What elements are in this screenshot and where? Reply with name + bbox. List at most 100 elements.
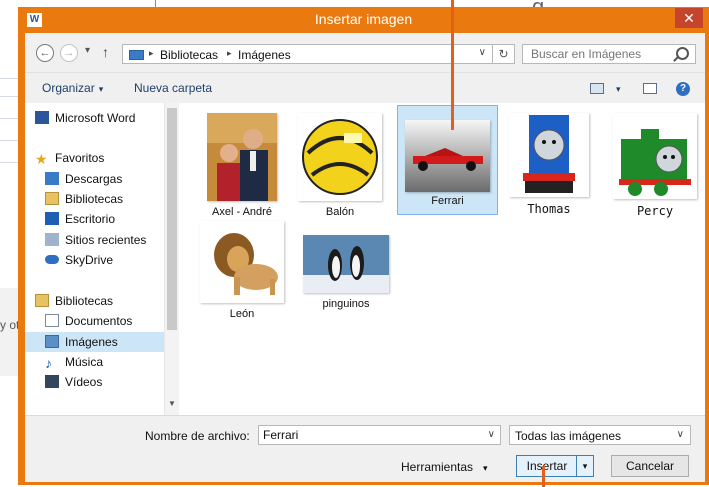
sidebar-item-favoritos[interactable]: ★ Favoritos <box>35 151 104 166</box>
sidebar-item-label: Documentos <box>65 314 133 328</box>
sidebar-item-imagenes[interactable]: Imágenes <box>25 332 164 352</box>
divider <box>0 140 18 141</box>
thumbnail-image <box>509 113 589 197</box>
file-type-select[interactable]: Todas las imágenes ∨ <box>509 425 691 445</box>
view-options-button[interactable]: ▾ <box>612 81 621 95</box>
help-icon[interactable]: ? <box>676 82 690 96</box>
up-arrow-icon: ↑ <box>102 44 109 60</box>
sidebar-item-label: Escritorio <box>65 212 116 226</box>
back-arrow-icon: ← <box>39 47 51 59</box>
sidebar-item-bibliotecas-fav[interactable]: Bibliotecas <box>45 192 123 206</box>
sidebar-item-bibliotecas[interactable]: Bibliotecas <box>35 294 113 308</box>
background-pane <box>0 288 19 376</box>
cloud-icon <box>45 255 59 264</box>
filename-field[interactable]: ∨ <box>258 425 501 445</box>
file-type-value: Todas las imágenes <box>515 429 622 443</box>
file-item-percy[interactable]: Percy <box>609 113 701 218</box>
divider <box>0 96 18 97</box>
address-bar[interactable]: ▸ Bibliotecas ▸ Imágenes ∨ <box>122 44 493 64</box>
command-bar: Organizar ▾ Nueva carpeta ▾ ? <box>25 72 705 104</box>
forward-button[interactable]: → <box>60 44 78 62</box>
insert-button[interactable]: Insertar ▾ <box>516 455 594 477</box>
breadcrumb-bibliotecas[interactable]: Bibliotecas <box>160 48 218 62</box>
sidebar-item-label: Música <box>65 355 104 369</box>
file-name: Axel - André <box>212 206 272 218</box>
back-button[interactable]: ← <box>36 44 54 62</box>
refresh-icon: ↻ <box>498 47 509 61</box>
filename-input[interactable] <box>263 428 473 442</box>
sidebar-item-sitios-recientes[interactable]: Sitios recientes <box>45 233 146 247</box>
file-name: Ferrari <box>431 195 464 207</box>
title-bar[interactable]: W Insertar imagen ✕ <box>18 7 709 33</box>
insert-label: Insertar <box>526 459 568 473</box>
insert-options-icon[interactable]: ▾ <box>576 456 593 476</box>
background-text: y ot <box>0 318 20 332</box>
search-icon[interactable] <box>676 47 689 60</box>
tools-menu-button[interactable]: Herramientas ▾ <box>401 460 488 474</box>
sidebar-item-documentos[interactable]: Documentos <box>45 314 132 328</box>
organize-label: Organizar <box>42 81 95 95</box>
sidebar-item-microsoft-word[interactable]: Microsoft Word <box>35 111 135 125</box>
sidebar-item-label: Descargas <box>65 172 123 186</box>
thumbnail-image <box>613 113 697 199</box>
navigation-scrollbar[interactable]: ▼ <box>164 103 179 415</box>
divider <box>0 162 18 163</box>
dialog-footer: Nombre de archivo: ∨ Todas las imágenes … <box>25 415 705 482</box>
close-icon: ✕ <box>683 10 695 26</box>
sidebar-item-label: Favoritos <box>55 151 105 165</box>
organize-button[interactable]: Organizar ▾ <box>42 81 103 95</box>
filename-label: Nombre de archivo: <box>145 429 250 443</box>
search-box[interactable] <box>522 44 696 64</box>
file-item-thomas[interactable]: Thomas <box>503 113 595 216</box>
file-item-leon[interactable]: León <box>196 221 288 320</box>
file-name: Balón <box>325 206 355 218</box>
cancel-button[interactable]: Cancelar <box>611 455 689 477</box>
dialog-title: Insertar imagen <box>314 11 413 27</box>
chevron-down-icon: ▾ <box>98 84 104 94</box>
thumbnail-image <box>303 235 389 293</box>
recent-locations-button[interactable]: ▾ <box>85 45 90 56</box>
close-button[interactable]: ✕ <box>675 8 703 28</box>
change-view-icon[interactable] <box>590 83 604 94</box>
address-dropdown-icon[interactable]: ∨ <box>479 47 486 58</box>
breadcrumb-separator-icon: ▸ <box>149 48 154 58</box>
sidebar-item-videos[interactable]: Vídeos <box>45 375 102 389</box>
divider <box>0 78 18 79</box>
breadcrumb-imagenes[interactable]: Imágenes <box>238 48 291 62</box>
preview-pane-icon[interactable] <box>643 83 657 94</box>
refresh-button[interactable]: ↻ <box>493 44 515 64</box>
recent-places-icon <box>45 233 59 246</box>
navigation-pane: Microsoft Word ★ Favoritos Descargas Bibl… <box>25 103 179 415</box>
library-icon <box>45 192 59 205</box>
scrollbar-thumb[interactable] <box>167 108 177 330</box>
downloads-folder-icon <box>45 172 59 185</box>
thumbnail-image <box>405 120 490 192</box>
file-name: Percy <box>636 204 674 218</box>
new-folder-button[interactable]: Nueva carpeta <box>134 81 212 95</box>
search-input[interactable] <box>531 47 671 61</box>
file-list: Axel - André Balón Ferrari Thomas Percy … <box>179 103 705 415</box>
thumbnail-image <box>298 113 382 201</box>
pictures-icon <box>45 335 59 348</box>
up-button[interactable]: ↑ <box>102 44 109 60</box>
sidebar-item-label: Bibliotecas <box>65 192 124 206</box>
thumbnail-image <box>200 221 284 303</box>
file-item-ferrari[interactable]: Ferrari <box>397 105 498 215</box>
file-item-axel-andre[interactable]: Axel - André <box>196 113 288 218</box>
sidebar-item-descargas[interactable]: Descargas <box>45 172 122 186</box>
file-name: pinguinos <box>322 298 370 310</box>
file-item-pinguinos[interactable]: pinguinos <box>300 221 392 310</box>
sidebar-item-skydrive[interactable]: SkyDrive <box>45 253 113 267</box>
file-item-balon[interactable]: Balón <box>294 113 386 218</box>
sidebar-item-label: Imágenes <box>65 335 118 349</box>
chevron-down-icon[interactable]: ∨ <box>488 429 495 440</box>
documents-icon <box>45 314 59 327</box>
sidebar-item-musica[interactable]: ♪ Música <box>45 355 103 370</box>
sidebar-item-escritorio[interactable]: Escritorio <box>45 212 115 226</box>
sidebar-item-label: Vídeos <box>65 375 103 389</box>
thumbnail-image <box>207 113 277 201</box>
scroll-down-icon[interactable]: ▼ <box>168 399 176 408</box>
callout-line-top <box>451 0 454 130</box>
chevron-down-icon: ▾ <box>483 463 488 473</box>
word-doc-icon <box>35 111 49 124</box>
